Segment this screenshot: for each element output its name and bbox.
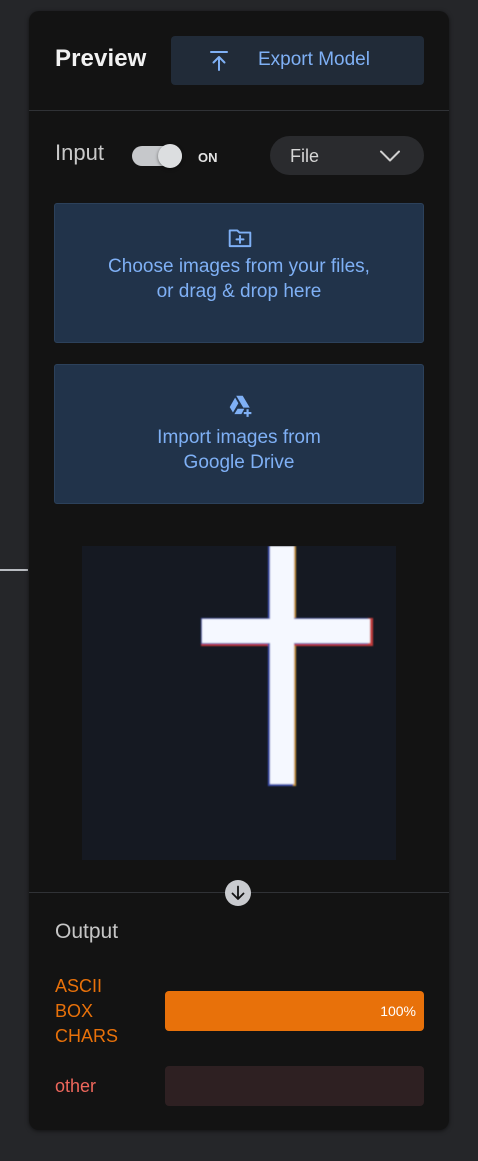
confidence-percent: 100% (380, 1003, 416, 1019)
preview-header: Preview Export Model (29, 11, 449, 111)
class-label-ascii-box-chars: ASCII BOX CHARS (55, 974, 145, 1049)
upload-files-line2: or drag & drop here (156, 281, 322, 302)
confidence-bar-other (165, 1066, 424, 1106)
panel-title: Preview (55, 45, 147, 72)
folder-plus-icon (228, 229, 252, 248)
import-drive-text: Import images from Google Drive (65, 425, 413, 475)
output-label: Output (55, 920, 119, 943)
upload-files-text: Choose images from your files, or drag &… (65, 254, 413, 304)
confidence-bar-ascii-box-chars: 100% (165, 991, 424, 1031)
export-model-label: Export Model (258, 49, 370, 70)
toggle-thumb (158, 144, 182, 168)
import-drive-line1: Import images from (157, 427, 321, 448)
input-label: Input (55, 140, 104, 165)
upload-arrow-icon (210, 51, 228, 71)
class-label-line: other (55, 1076, 97, 1096)
input-source-dropdown[interactable]: File (270, 136, 424, 175)
google-drive-add-icon (229, 395, 252, 417)
import-from-drive-button[interactable]: Import images from Google Drive (54, 364, 424, 504)
upload-files-line1: Choose images from your files, (108, 256, 370, 277)
input-toggle[interactable] (132, 144, 182, 168)
toggle-state-label: ON (198, 150, 218, 165)
class-label-line: ASCII (55, 976, 103, 996)
arrow-down-circle-icon (225, 880, 251, 906)
preview-image (82, 546, 396, 860)
preview-panel: Preview Export Model Input ON File Choos… (29, 11, 449, 1130)
chevron-down-icon (380, 150, 400, 162)
class-label-other: other (55, 1074, 96, 1099)
class-label-line: CHARS (55, 1026, 119, 1046)
dropdown-value: File (290, 146, 320, 166)
upload-from-files-button[interactable]: Choose images from your files, or drag &… (54, 203, 424, 343)
export-model-button[interactable]: Export Model (171, 36, 424, 85)
cross-symbol-image (201, 546, 373, 786)
class-label-line: BOX (55, 1001, 94, 1021)
import-drive-line2: Google Drive (183, 452, 295, 473)
connector-line (0, 569, 28, 571)
